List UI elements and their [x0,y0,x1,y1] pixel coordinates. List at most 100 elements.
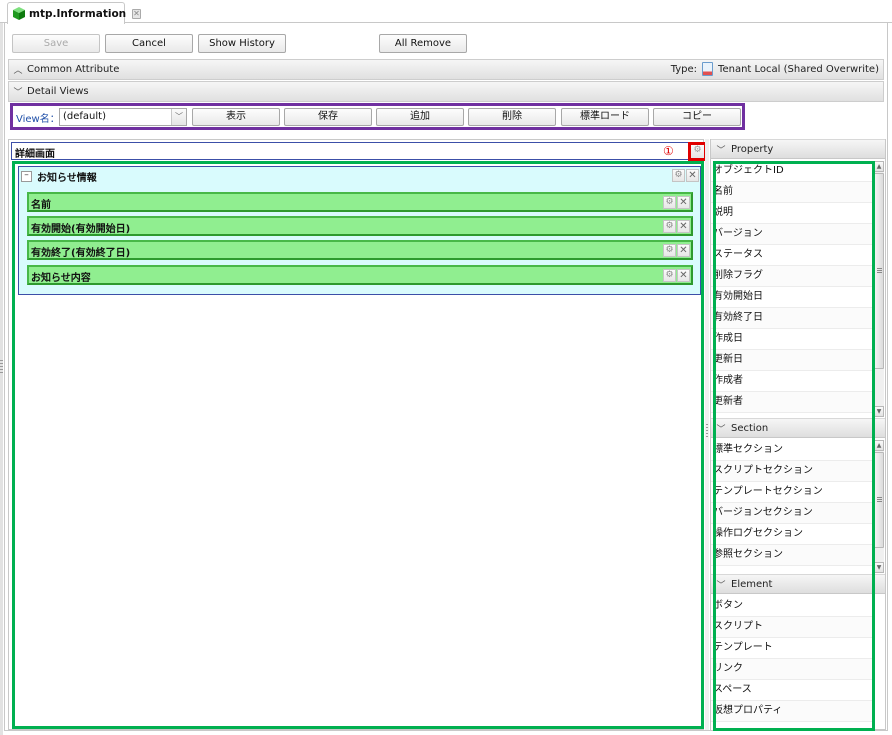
property-label: 名前 [31,200,51,211]
palette-property-item[interactable]: 説明 [711,203,873,224]
tab-mtp-information[interactable]: mtp.Information ✕ [7,2,141,24]
property-row[interactable]: 名前 ⚙ ✕ [27,192,693,212]
type-value: Tenant Local (Shared Overwrite) [718,63,879,75]
palette-property-item[interactable]: バージョン [711,224,873,245]
section-box[interactable]: – お知らせ情報 ⚙ ✕ 名前 ⚙ ✕ 有効開始(有効開始日) ⚙ ✕ 有効終了… [18,166,701,295]
canvas-settings-gear-icon[interactable]: ⚙ [691,145,704,158]
save-button[interactable]: Save [12,34,100,53]
tab-title: mtp.Information [29,7,127,20]
palette-section-item[interactable]: スクリプトセクション [711,461,873,482]
detail-views-header[interactable]: ﹀ Detail Views [8,81,884,102]
annotation-marker: ① [663,144,674,158]
chevron-up-icon: ︿ [13,66,23,76]
palette-element-item[interactable]: テンプレート [711,638,873,659]
cancel-button[interactable]: Cancel [105,34,193,53]
view-select-value: (default) [63,111,106,122]
palette-property-list: オブジェクトID 名前 説明 バージョン ステータス 削除フラグ 有効開始日 有効終了日 作成日… [711,161,873,417]
property-scrollbar[interactable]: ▲ ▼ [873,161,884,417]
view-standard-load-button[interactable]: 標準ロード [561,108,649,126]
chevron-down-icon: ﹀ [716,580,726,591]
palette-element-item[interactable]: リンク [711,659,873,680]
palette-property-item[interactable]: 更新日 [711,350,873,371]
palette-property-item[interactable]: 作成者 [711,371,873,392]
palette-property-item[interactable]: 名前 [711,182,873,203]
property-label: 有効終了(有効終了日) [31,248,131,259]
section-header: – お知らせ情報 [21,169,97,184]
scroll-thumb[interactable] [874,173,884,369]
palette-property-item[interactable]: ステータス [711,245,873,266]
tab-bar: mtp.Information ✕ [0,0,892,24]
palette-property-item[interactable]: 有効終了日 [711,308,873,329]
chevron-down-icon: ﹀ [13,88,23,98]
close-icon[interactable]: ✕ [677,220,690,233]
palette-section-header[interactable]: ﹀ Section [711,418,885,438]
green-cube-icon [13,7,25,20]
palette-property-header[interactable]: ﹀ Property [711,139,885,159]
close-icon[interactable]: ✕ [677,196,690,209]
property-label: お知らせ内容 [31,273,91,284]
palette-property-item[interactable]: 作成日 [711,329,873,350]
tab-close-icon[interactable]: ✕ [132,8,141,19]
property-row[interactable]: 有効終了(有効終了日) ⚙ ✕ [27,240,693,260]
close-icon[interactable]: ✕ [677,244,690,257]
property-label: 有効開始(有効開始日) [31,224,131,235]
gear-icon[interactable]: ⚙ [663,269,676,282]
view-select[interactable]: (default) ﹀ [59,108,187,126]
palette-element-item[interactable]: スクリプト [711,617,873,638]
palette-section-item[interactable]: 標準セクション [711,440,873,461]
common-attribute-header[interactable]: ︿ Common Attribute Type: Tenant Local (S… [8,59,884,80]
type-info: Type: Tenant Local (Shared Overwrite) [671,62,879,76]
palette-element-item[interactable]: スペース [711,680,873,701]
view-save-button[interactable]: 保存 [284,108,372,126]
palette-section-item[interactable]: テンプレートセクション [711,482,873,503]
palette-property-item[interactable]: オブジェクトID [711,161,873,182]
component-palette: ﹀ Property オブジェクトID 名前 説明 バージョン ステータス 削除フラグ 有効… [710,139,886,731]
gear-icon[interactable]: ⚙ [663,244,676,257]
dropdown-arrow-icon[interactable]: ﹀ [171,109,186,125]
palette-section-label: Section [731,422,769,434]
palette-property-item[interactable]: 更新者 [711,392,873,413]
palette-element-item[interactable]: ボタン [711,596,873,617]
scroll-down-icon[interactable]: ▼ [874,562,884,573]
view-add-button[interactable]: 追加 [376,108,464,126]
all-remove-button[interactable]: All Remove [379,34,467,53]
property-row[interactable]: 有効開始(有効開始日) ⚙ ✕ [27,216,693,236]
layout-canvas: 詳細画面 ① ⚙ – お知らせ情報 ⚙ ✕ 名前 ⚙ ✕ 有効開始(有効開始日)… [8,139,707,730]
palette-property-item[interactable]: 有効開始日 [711,287,873,308]
gear-icon[interactable]: ⚙ [663,196,676,209]
section-actions: ⚙ ✕ [672,169,699,182]
view-name-label: View名： [16,114,60,125]
property-row[interactable]: お知らせ内容 ⚙ ✕ [27,265,693,285]
section-scrollbar[interactable]: ▲ ▼ [873,440,884,573]
canvas-title: 詳細画面 [15,149,55,160]
property-actions: ⚙ ✕ [663,220,690,233]
view-delete-button[interactable]: 削除 [468,108,556,126]
palette-section-item[interactable]: バージョンセクション [711,503,873,524]
scroll-down-icon[interactable]: ▼ [874,406,884,417]
gear-icon[interactable]: ⚙ [663,220,676,233]
palette-section-item[interactable]: 参照セクション [711,545,873,566]
left-edge-splitter[interactable] [0,23,3,735]
show-history-button[interactable]: Show History [198,34,286,53]
palette-property-item[interactable]: 削除フラグ [711,266,873,287]
splitter-grip-icon [706,424,708,438]
palette-section-item[interactable]: 操作ログセクション [711,524,873,545]
chevron-down-icon: ﹀ [716,145,726,156]
property-actions: ⚙ ✕ [663,244,690,257]
view-copy-button[interactable]: コピー [653,108,741,126]
palette-element-item[interactable]: 仮想プロパティ [711,701,873,722]
property-actions: ⚙ ✕ [663,269,690,282]
palette-property-label: Property [731,143,774,155]
collapse-icon[interactable]: – [21,170,32,182]
close-icon[interactable]: ✕ [686,169,699,182]
palette-element-header[interactable]: ﹀ Element [711,574,885,594]
type-label: Type: [670,63,698,75]
scroll-up-icon[interactable]: ▲ [874,161,884,172]
close-icon[interactable]: ✕ [677,269,690,282]
scroll-thumb[interactable] [874,452,884,548]
view-display-button[interactable]: 表示 [192,108,280,126]
scroll-up-icon[interactable]: ▲ [874,440,884,451]
property-actions: ⚙ ✕ [663,196,690,209]
gear-icon[interactable]: ⚙ [672,169,685,182]
drop-area-highlight: – お知らせ情報 ⚙ ✕ 名前 ⚙ ✕ 有効開始(有効開始日) ⚙ ✕ 有効終了… [12,161,704,729]
